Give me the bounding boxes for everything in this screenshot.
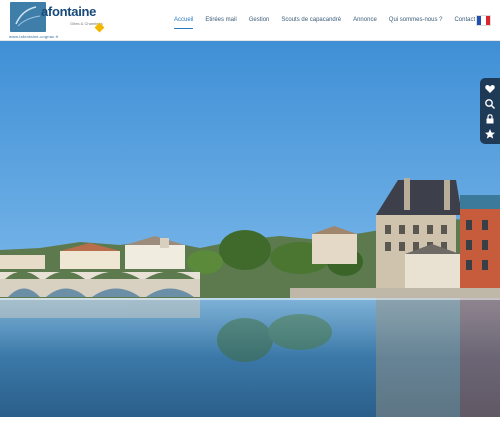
site-logo[interactable]: afontaine Gîtes & Chambres www.lafontain…: [8, 1, 108, 39]
nav-item-annonce[interactable]: Annonce: [353, 16, 377, 24]
lock-icon[interactable]: [484, 113, 496, 125]
logo-wordmark: afontaine: [41, 4, 97, 19]
site-header: afontaine Gîtes & Chambres www.lafontain…: [0, 0, 500, 41]
main-nav: Accueil Etirées mail Gestion Scouts de c…: [174, 0, 487, 40]
nav-item-qui-sommes-nous[interactable]: Qui sommes-nous ?: [389, 16, 443, 24]
nav-item-accueil[interactable]: Accueil: [174, 16, 194, 29]
fr-flag-icon[interactable]: [476, 15, 491, 26]
nav-item-gestion[interactable]: Gestion: [249, 16, 270, 24]
nav-item-scouts[interactable]: Scouts de capacandré: [281, 16, 341, 24]
heart-icon[interactable]: [484, 83, 496, 95]
star-icon[interactable]: [484, 128, 496, 140]
search-icon[interactable]: [484, 98, 496, 110]
nav-item-etirees-mail[interactable]: Etirées mail: [205, 16, 236, 24]
nav-item-contact[interactable]: Contact: [454, 16, 475, 24]
logo-diamond-icon: [94, 22, 105, 33]
hero-image: [0, 40, 500, 417]
side-toolbar: [480, 78, 500, 144]
logo-url: www.lafontaine-cognac.fr: [9, 34, 59, 39]
